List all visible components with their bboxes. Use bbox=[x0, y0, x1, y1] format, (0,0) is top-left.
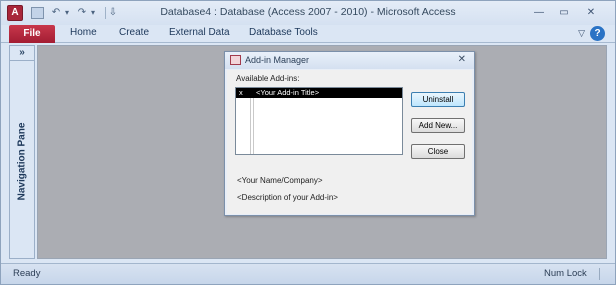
close-button[interactable]: Close bbox=[411, 144, 465, 159]
tab-home[interactable]: Home bbox=[70, 27, 97, 38]
access-window: A ↶ ▾ ↷ ▾ ⇩ Database4 : Database (Access… bbox=[0, 0, 616, 285]
nav-pane-label: Navigation Pane bbox=[16, 122, 28, 201]
addin-title: <Your Add-in Title> bbox=[256, 88, 320, 97]
tab-external-data[interactable]: External Data bbox=[169, 27, 230, 38]
close-icon[interactable]: ✕ bbox=[584, 7, 598, 19]
add-new-button[interactable]: Add New... bbox=[411, 118, 465, 133]
list-item[interactable]: x <Your Add-in Title> bbox=[236, 88, 402, 98]
status-text: Ready bbox=[13, 268, 41, 279]
add-in-manager-dialog: Add-in Manager ✕ Available Add-ins: x <Y… bbox=[224, 51, 475, 216]
uninstall-button[interactable]: Uninstall bbox=[411, 92, 465, 107]
minimize-ribbon-icon[interactable]: ▽ bbox=[578, 28, 585, 39]
addin-description: <Description of your Add-in> bbox=[237, 193, 338, 202]
tab-database-tools[interactable]: Database Tools bbox=[249, 27, 318, 38]
navigation-pane[interactable]: » Navigation Pane bbox=[9, 45, 35, 259]
available-addins-label: Available Add-ins: bbox=[236, 74, 300, 83]
help-icon[interactable]: ? bbox=[590, 26, 605, 41]
restore-icon[interactable]: ▭ bbox=[557, 7, 571, 19]
minimize-icon[interactable]: — bbox=[532, 7, 546, 19]
addin-loaded-marker: x bbox=[239, 88, 243, 97]
ribbon-tabs: File Home Create External Data Database … bbox=[1, 25, 615, 43]
addin-company: <Your Name/Company> bbox=[237, 176, 323, 185]
tab-create[interactable]: Create bbox=[119, 27, 149, 38]
status-bar: Ready Num Lock bbox=[1, 263, 615, 284]
view-switcher[interactable] bbox=[599, 268, 609, 280]
nav-pane-expand-icon[interactable]: » bbox=[10, 46, 34, 61]
tab-file[interactable]: File bbox=[9, 25, 55, 43]
addins-listbox[interactable]: x <Your Add-in Title> bbox=[235, 87, 403, 155]
dialog-title-bar[interactable]: Add-in Manager ✕ bbox=[225, 52, 474, 69]
list-column-divider bbox=[253, 98, 254, 154]
title-bar: A ↶ ▾ ↷ ▾ ⇩ Database4 : Database (Access… bbox=[1, 1, 615, 25]
dialog-title: Add-in Manager bbox=[245, 55, 310, 65]
num-lock-indicator: Num Lock bbox=[544, 268, 587, 279]
dialog-window-icon bbox=[230, 55, 241, 65]
window-title: Database4 : Database (Access 2007 - 2010… bbox=[160, 6, 456, 18]
dialog-close-icon[interactable]: ✕ bbox=[458, 54, 466, 65]
list-column-divider bbox=[250, 98, 251, 154]
dialog-body: Available Add-ins: x <Your Add-in Title>… bbox=[227, 70, 472, 214]
